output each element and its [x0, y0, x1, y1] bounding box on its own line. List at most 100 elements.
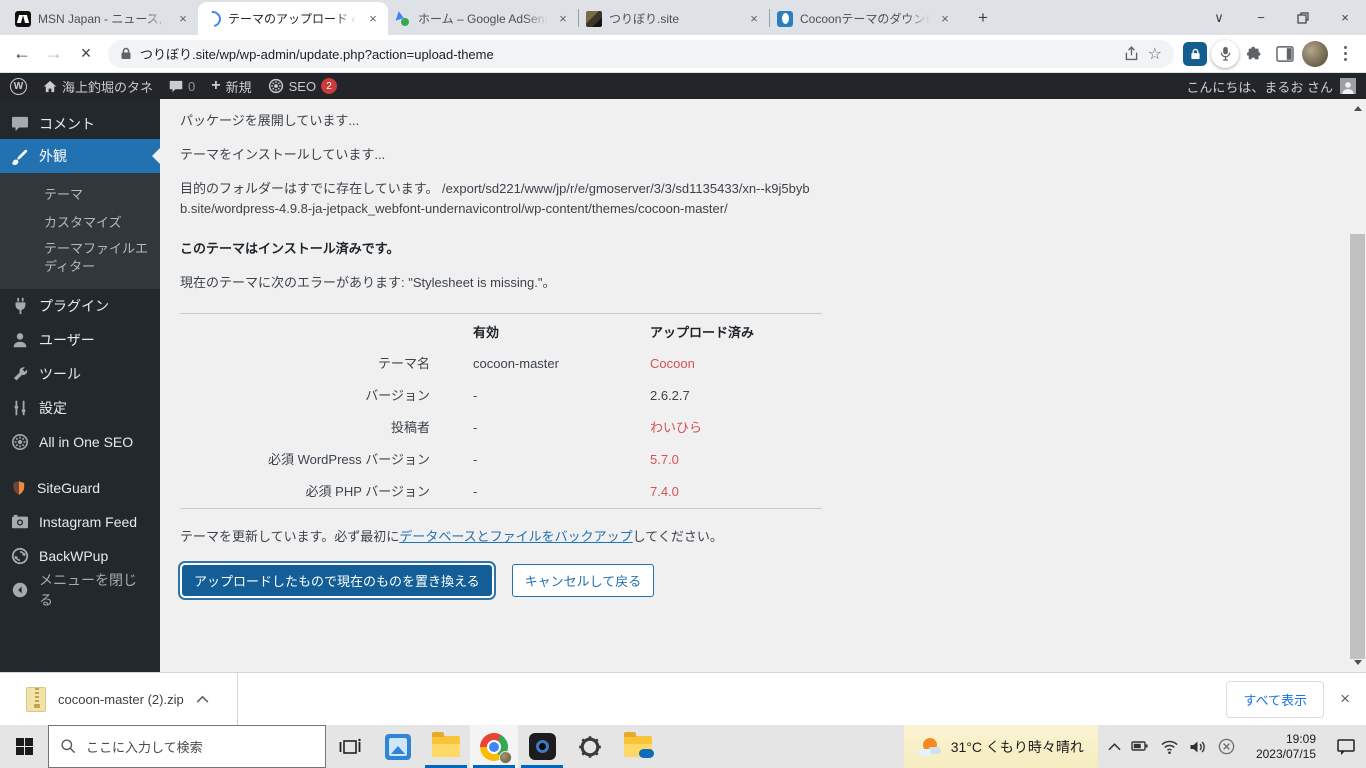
submenu-item-theme-editor[interactable]: テーマファイルエディター — [0, 237, 160, 279]
address-bar[interactable]: つりぼり.site/wp/wp-admin/update.php?action=… — [108, 40, 1174, 68]
forward-icon[interactable]: → — [38, 38, 70, 70]
admin-greeting[interactable]: こんにちは、まるお さん — [1186, 77, 1333, 96]
tab-turibori-site[interactable]: つりぼり.site × — [579, 2, 769, 35]
tab-close-icon[interactable]: × — [175, 11, 191, 27]
restore-button[interactable] — [1282, 0, 1324, 35]
status-theme-error: 現在のテーマに次のエラーがあります: "Stylesheet is missin… — [180, 273, 820, 293]
taskbar-app-file-explorer[interactable] — [422, 725, 470, 768]
tab-cocoon-download[interactable]: Cocoonテーマのダウンロード | Co × — [770, 2, 960, 35]
settings-gear-icon — [578, 735, 602, 759]
taskbar-clock[interactable]: 19:09 2023/07/15 — [1246, 725, 1326, 768]
tab-msn[interactable]: MSN Japan - ニュース, 天気, メー × — [8, 2, 198, 35]
submenu-label: カスタマイズ — [44, 214, 122, 232]
tab-close-icon[interactable]: × — [365, 11, 381, 27]
sidebar-item-backwpup[interactable]: BackWPup — [0, 539, 160, 573]
chrome-profile-badge — [499, 751, 512, 764]
taskbar-app-chrome[interactable] — [470, 725, 518, 768]
extensions-puzzle-icon[interactable] — [1240, 39, 1270, 69]
tray-expand-icon[interactable] — [1108, 742, 1121, 751]
sidebar-item-appearance[interactable]: 外観 — [0, 139, 160, 173]
wifi-icon[interactable] — [1160, 738, 1179, 755]
appearance-submenu: テーマ カスタマイズ テーマファイルエディター — [0, 173, 160, 289]
taskbar-app-settings[interactable] — [566, 725, 614, 768]
row-label: テーマ名 — [180, 354, 430, 374]
replace-theme-button[interactable]: アップロードしたもので現在のものを置き換える — [180, 563, 494, 598]
tab-close-icon[interactable]: × — [937, 11, 953, 27]
taskbar-weather-widget[interactable]: 31°C くもり時々晴れ — [904, 725, 1098, 768]
minimize-button[interactable]: − — [1240, 0, 1282, 35]
admin-bar-comments[interactable]: 0 — [169, 79, 195, 94]
download-filename[interactable]: cocoon-master (2).zip — [58, 692, 184, 707]
weather-text: 31°C くもり時々晴れ — [951, 737, 1084, 757]
speaker-icon[interactable] — [1189, 739, 1207, 755]
chevron-up-icon[interactable] — [196, 695, 209, 703]
photos-app-icon — [385, 734, 411, 760]
close-download-bar-icon[interactable]: × — [1340, 689, 1350, 709]
tab-title: ホーム – Google AdSense — [418, 10, 548, 27]
sidebar-item-settings[interactable]: 設定 — [0, 391, 160, 425]
admin-bar-site-link[interactable]: 海上釣堀のタネ — [43, 77, 153, 96]
browser-menu-icon[interactable] — [1330, 39, 1360, 69]
scroll-up-icon[interactable] — [1349, 99, 1366, 116]
bookmark-star-icon[interactable]: ☆ — [1148, 44, 1162, 64]
scrollbar-thumb[interactable] — [1350, 234, 1365, 659]
adsense-favicon — [395, 11, 411, 27]
action-center-button[interactable] — [1326, 725, 1366, 768]
tab-close-icon[interactable]: × — [555, 11, 571, 27]
taskbar-app-photos[interactable] — [374, 725, 422, 768]
sidebar-item-instagram-feed[interactable]: Instagram Feed — [0, 505, 160, 539]
tab-theme-upload[interactable]: テーマのアップロード ‹ 海上釣堀の × — [198, 2, 388, 35]
zip-file-icon — [26, 687, 46, 712]
lock-icon[interactable] — [120, 47, 132, 60]
sidebar-item-siteguard[interactable]: SiteGuard — [0, 471, 160, 505]
show-all-downloads-button[interactable]: すべて表示 — [1226, 681, 1324, 718]
row-uploaded-value: Cocoon — [607, 354, 822, 374]
share-icon[interactable] — [1123, 45, 1140, 62]
submenu-item-customize[interactable]: カスタマイズ — [0, 209, 160, 237]
back-icon[interactable]: ← — [6, 38, 38, 70]
sidebar-item-plugins[interactable]: プラグイン — [0, 289, 160, 323]
scroll-down-icon[interactable] — [1349, 655, 1366, 672]
start-button[interactable] — [0, 725, 48, 768]
comment-icon — [11, 116, 29, 132]
siteguard-extension-icon[interactable] — [1180, 39, 1210, 69]
task-view-button[interactable] — [326, 725, 374, 768]
col-uploaded-header: アップロード済み — [607, 323, 822, 343]
circled-x-tray-icon[interactable] — [1217, 737, 1236, 756]
side-panel-icon[interactable] — [1270, 39, 1300, 69]
sidebar-item-label: 設定 — [39, 398, 67, 418]
user-avatar[interactable] — [1340, 78, 1356, 94]
taskbar-app-onedrive[interactable] — [614, 725, 662, 768]
battery-icon[interactable] — [1131, 737, 1150, 756]
new-tab-button[interactable]: + — [970, 5, 996, 31]
browser-toolbar: ← → × つりぼり.site/wp/wp-admin/update.php?a… — [0, 35, 1366, 73]
theme-compare-table: 有効 アップロード済み テーマ名 cocoon-master Cocoon バー… — [180, 313, 822, 509]
page-scrollbar[interactable] — [1349, 99, 1366, 672]
download-item[interactable]: cocoon-master (2).zip — [26, 687, 209, 712]
admin-bar-seo[interactable]: SEO 2 — [268, 78, 337, 94]
submenu-item-themes[interactable]: テーマ — [0, 181, 160, 209]
backup-link[interactable]: データベースとファイルをバックアップ — [399, 529, 632, 544]
window-controls: ∨ − × — [1198, 0, 1366, 35]
row-label: 必須 PHP バージョン — [180, 482, 430, 502]
cancel-button[interactable]: キャンセルして戻る — [512, 564, 655, 597]
sidebar-item-collapse-menu[interactable]: メニューを閉じる — [0, 573, 160, 607]
sidebar-item-label: All in One SEO — [39, 434, 133, 450]
sidebar-item-tools[interactable]: ツール — [0, 357, 160, 391]
profile-avatar[interactable] — [1300, 39, 1330, 69]
tab-search-icon[interactable]: ∨ — [1198, 0, 1240, 35]
stop-loading-icon[interactable]: × — [70, 38, 102, 70]
wordpress-logo-icon[interactable]: W — [10, 78, 27, 95]
tab-close-icon[interactable]: × — [746, 11, 762, 27]
close-window-button[interactable]: × — [1324, 0, 1366, 35]
tab-adsense[interactable]: ホーム – Google AdSense × — [388, 2, 578, 35]
compare-header-row: 有効 アップロード済み — [180, 314, 822, 348]
sidebar-item-users[interactable]: ユーザー — [0, 323, 160, 357]
microphone-extension-icon[interactable] — [1210, 39, 1240, 69]
taskbar-search-box[interactable]: ここに入力して検索 — [48, 725, 326, 768]
sidebar-item-comments[interactable]: コメント — [0, 109, 160, 139]
admin-bar-new[interactable]: + 新規 — [211, 77, 251, 96]
url-text[interactable]: つりぼり.site/wp/wp-admin/update.php?action=… — [140, 44, 1115, 63]
sidebar-item-aioseo[interactable]: All in One SEO — [0, 425, 160, 459]
taskbar-app-camera[interactable] — [518, 725, 566, 768]
